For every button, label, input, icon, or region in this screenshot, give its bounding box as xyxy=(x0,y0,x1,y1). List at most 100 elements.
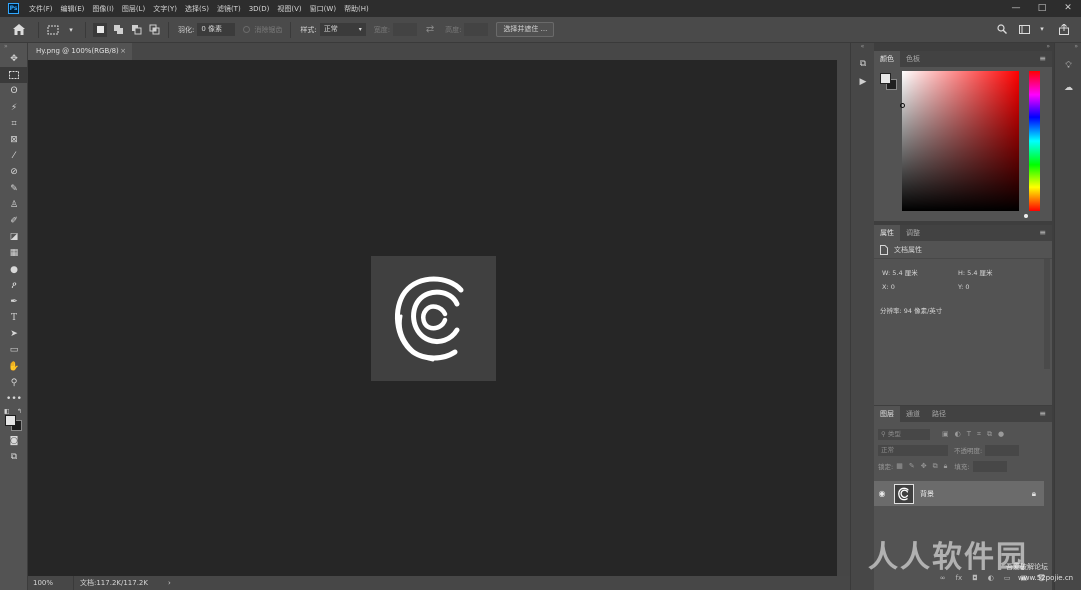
menu-help[interactable]: 帮助(H) xyxy=(344,4,369,14)
type-tool-icon[interactable]: T xyxy=(0,310,28,326)
lock-image-icon[interactable]: ✎ xyxy=(909,462,915,470)
clone-stamp-tool-icon[interactable]: ♙ xyxy=(0,197,28,213)
hand-tool-icon[interactable]: ✋ xyxy=(0,359,28,375)
path-selection-tool-icon[interactable]: ➤ xyxy=(0,326,28,342)
menu-select[interactable]: 选择(S) xyxy=(185,4,209,14)
menu-edit[interactable]: 编辑(E) xyxy=(61,4,85,14)
collapse-arrows-icon[interactable]: » xyxy=(0,43,27,51)
gradient-tool-icon[interactable]: ▦ xyxy=(0,245,28,261)
tab-color[interactable]: 颜色 xyxy=(874,51,900,67)
delete-layer-icon[interactable]: 🗑 xyxy=(1037,574,1046,582)
vertical-scrollbar[interactable] xyxy=(837,60,850,576)
filter-shape-icon[interactable]: ⌗ xyxy=(977,430,981,439)
collapse-arrows-icon[interactable]: « xyxy=(851,43,874,51)
quick-mask-icon[interactable]: ◙ xyxy=(0,433,28,449)
blend-mode-select[interactable]: 正常 xyxy=(878,444,948,456)
home-icon[interactable] xyxy=(12,23,26,37)
zoom-tool-icon[interactable]: ⚲ xyxy=(0,375,28,391)
canvas-area[interactable] xyxy=(28,60,837,576)
dodge-tool-icon[interactable]: ዖ xyxy=(0,278,28,294)
layer-name[interactable]: 背景 xyxy=(920,489,934,499)
width-value[interactable]: W: 5.4 厘米 xyxy=(882,267,958,277)
filter-smart-object-icon[interactable]: ⧉ xyxy=(987,430,992,439)
menu-view[interactable]: 视图(V) xyxy=(277,4,301,14)
close-tab-icon[interactable]: × xyxy=(120,43,126,60)
learn-lightbulb-icon[interactable]: 💡︎ xyxy=(1055,57,1081,75)
new-layer-icon[interactable]: ▣ xyxy=(1020,574,1027,582)
menu-file[interactable]: 文件(F) xyxy=(29,4,53,14)
height-value[interactable]: H: 5.4 厘米 xyxy=(958,267,1034,277)
blur-tool-icon[interactable]: ● xyxy=(0,261,28,277)
add-to-selection-icon[interactable] xyxy=(111,23,125,37)
tab-layers[interactable]: 图层 xyxy=(874,406,900,422)
magic-wand-tool-icon[interactable]: ⚡ xyxy=(0,100,28,116)
pen-tool-icon[interactable]: ✒ xyxy=(0,294,28,310)
brush-tool-icon[interactable]: ✎ xyxy=(0,181,28,197)
history-brush-tool-icon[interactable]: ✐ xyxy=(0,213,28,229)
panel-menu-icon[interactable]: ≡ xyxy=(1039,225,1046,241)
add-mask-icon[interactable]: ◘ xyxy=(972,574,978,582)
healing-brush-tool-icon[interactable]: ⊘ xyxy=(0,164,28,180)
menu-type[interactable]: 文字(Y) xyxy=(153,4,177,14)
zoom-level[interactable]: 100% xyxy=(28,576,74,590)
adjustment-layer-icon[interactable]: ◐ xyxy=(988,574,994,582)
subtract-from-selection-icon[interactable] xyxy=(129,23,143,37)
foreground-color-swatch[interactable] xyxy=(5,415,16,427)
filter-pixel-icon[interactable]: ▣ xyxy=(942,430,949,438)
menu-layer[interactable]: 图层(L) xyxy=(122,4,145,14)
color-swatches[interactable]: ◧ ↰ xyxy=(0,407,28,433)
chevron-down-icon[interactable]: ▾ xyxy=(64,23,78,37)
foreground-color-swatch[interactable] xyxy=(880,73,891,84)
swap-dimensions-icon[interactable]: ⇄ xyxy=(423,23,437,37)
libraries-icon[interactable]: ☁ xyxy=(1055,79,1081,97)
eye-icon[interactable]: ◉ xyxy=(874,489,890,498)
fx-icon[interactable]: fx xyxy=(956,574,963,582)
move-tool-icon[interactable]: ✥ xyxy=(0,51,28,67)
rect-marquee-tool-icon[interactable] xyxy=(0,67,28,84)
more-tools-icon[interactable]: ••• xyxy=(0,391,28,407)
intersect-selection-icon[interactable] xyxy=(147,23,161,37)
layer-row-background[interactable]: ◉ 背景 🔒︎ xyxy=(874,481,1044,506)
search-icon[interactable] xyxy=(995,22,1009,36)
default-colors-icon[interactable]: ◧ xyxy=(4,408,10,415)
workspace-icon[interactable] xyxy=(1017,22,1031,36)
new-group-icon[interactable]: ▭ xyxy=(1004,574,1011,582)
actions-play-icon[interactable]: ▶ xyxy=(851,73,875,91)
rectangle-tool-icon[interactable]: ▭ xyxy=(0,342,28,358)
filter-toggle-icon[interactable]: ● xyxy=(998,430,1004,438)
height-input[interactable] xyxy=(464,23,489,36)
collapse-arrows-icon[interactable]: » xyxy=(874,43,1054,51)
panel-menu-icon[interactable]: ≡ xyxy=(1039,51,1046,67)
document-tab[interactable]: Hy.png @ 100%(RGB/8) × xyxy=(28,43,132,60)
hue-slider[interactable] xyxy=(1029,71,1040,211)
minimize-button[interactable]: — xyxy=(1003,0,1029,17)
menu-3d[interactable]: 3D(D) xyxy=(249,5,270,13)
menu-image[interactable]: 图像(I) xyxy=(92,4,114,14)
swap-colors-icon[interactable]: ↰ xyxy=(17,408,22,415)
share-icon[interactable] xyxy=(1057,22,1071,36)
lock-transparent-icon[interactable]: ▦ xyxy=(896,462,903,470)
status-menu-arrow-icon[interactable]: › xyxy=(164,579,171,587)
tab-swatches[interactable]: 色板 xyxy=(900,51,926,67)
menu-window[interactable]: 窗口(W) xyxy=(310,4,336,14)
lock-artboard-icon[interactable]: ⧉ xyxy=(933,462,938,471)
new-selection-icon[interactable] xyxy=(93,22,107,37)
select-and-mask-button[interactable]: 选择并遮住 ... xyxy=(496,22,555,37)
document-canvas[interactable] xyxy=(371,256,496,381)
tab-adjustments[interactable]: 调整 xyxy=(900,225,926,241)
crop-tool-icon[interactable]: ⌗ xyxy=(0,116,28,132)
tab-paths[interactable]: 路径 xyxy=(926,406,952,422)
screen-mode-icon[interactable]: ⧉ xyxy=(0,449,28,465)
lock-position-icon[interactable]: ✥ xyxy=(921,462,927,470)
feather-input[interactable]: 0 像素 xyxy=(197,23,236,36)
properties-scrollbar[interactable] xyxy=(1044,259,1050,369)
y-value[interactable]: Y: 0 xyxy=(958,283,1034,291)
eyedropper-tool-icon[interactable]: ⁄ xyxy=(0,148,28,164)
eraser-tool-icon[interactable]: ◪ xyxy=(0,229,28,245)
menu-filter[interactable]: 滤镜(T) xyxy=(217,4,241,14)
opacity-input[interactable] xyxy=(985,444,1020,456)
lock-all-icon[interactable]: 🔒︎ xyxy=(944,462,948,471)
tab-properties[interactable]: 属性 xyxy=(874,225,900,241)
tab-channels[interactable]: 通道 xyxy=(900,406,926,422)
filter-adjustment-icon[interactable]: ◐ xyxy=(955,430,961,438)
